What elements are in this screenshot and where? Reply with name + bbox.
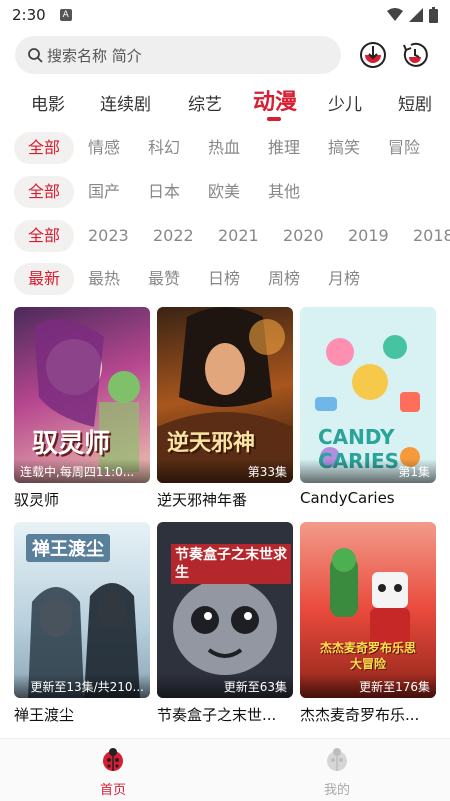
poster-image: 驭灵师 连载中,每周四11:0... (14, 307, 150, 483)
list-item[interactable]: 杰杰麦奇罗布乐思大冒险 更新至176集 杰杰麦奇罗布乐... (300, 522, 436, 725)
search-input[interactable]: 搜索名称 简介 (15, 36, 341, 74)
list-item[interactable]: 节奏盒子之末世求生 更新至63集 节奏盒子之末世... (157, 522, 293, 725)
nav-home-label: 首页 (99, 783, 126, 798)
nav-home[interactable]: 首页 (83, 747, 143, 798)
filter-type-adventure[interactable]: 冒险 (388, 132, 420, 164)
sort-daily[interactable]: 日榜 (208, 263, 240, 295)
item-title: 驭灵师 (14, 491, 60, 509)
filter-type-comedy[interactable]: 搞笑 (328, 132, 360, 164)
tab-short-drama[interactable]: 短剧 (398, 90, 432, 115)
filter-year-2019[interactable]: 2019 (348, 220, 389, 252)
poster-image: CANDY CARIES 第1集 (300, 307, 436, 483)
list-item[interactable]: 禅王渡尘 更新至13集/共210... 禅王渡尘 (14, 522, 150, 725)
episode-badge: 更新至13集/共210... (14, 674, 150, 698)
filter-region-japan[interactable]: 日本 (148, 176, 180, 208)
search-placeholder: 搜索名称 简介 (47, 46, 142, 65)
ladybug-profile-icon (327, 748, 347, 771)
episode-badge: 连载中,每周四11:0... (14, 459, 150, 483)
item-title: 禅王渡尘 (14, 706, 75, 724)
history-icon[interactable] (400, 40, 430, 70)
filter-year-all[interactable]: 全部 (14, 220, 75, 252)
tab-series[interactable]: 连续剧 (100, 90, 151, 115)
sort-most-liked[interactable]: 最赞 (148, 263, 180, 295)
poster-title-art: 逆天邪神 (167, 431, 256, 456)
item-title: 杰杰麦奇罗布乐... (300, 706, 420, 724)
poster-image: 杰杰麦奇罗布乐思大冒险 更新至176集 (300, 522, 436, 698)
tab-variety[interactable]: 综艺 (188, 90, 222, 115)
signal-icon (409, 8, 423, 22)
filter-year-2020[interactable]: 2020 (283, 220, 324, 252)
active-tab-indicator (267, 117, 281, 121)
filter-row-sort: 最新 最热 最赞 日榜 周榜 月榜 (0, 263, 450, 297)
filter-type-action[interactable]: 热血 (208, 132, 240, 164)
poster-title-art: 驭灵师 (32, 429, 111, 459)
filter-type-romance[interactable]: 情感 (88, 132, 120, 164)
category-tabs: 电影 连续剧 综艺 动漫 少儿 短剧 (0, 82, 450, 122)
nav-me[interactable]: 我的 (307, 747, 367, 798)
status-time: 2:30 (12, 6, 46, 24)
status-right (387, 7, 438, 23)
search-row: 搜索名称 简介 (0, 36, 450, 76)
filter-year-2018[interactable]: 2018 (413, 220, 450, 252)
item-title: 节奏盒子之末世... (157, 706, 277, 724)
sort-hottest[interactable]: 最热 (88, 263, 120, 295)
filter-row-region: 全部 国产 日本 欧美 其他 (0, 176, 450, 210)
list-item[interactable]: CANDY CARIES 第1集 CandyCaries (300, 307, 436, 507)
filter-region-domestic[interactable]: 国产 (88, 176, 120, 208)
filter-region-other[interactable]: 其他 (268, 176, 300, 208)
tab-anime[interactable]: 动漫 (253, 84, 297, 116)
poster-image: 禅王渡尘 更新至13集/共210... (14, 522, 150, 698)
poster-title-art: 杰杰麦奇罗布乐思大冒险 (319, 641, 416, 671)
bottom-nav: 首页 我的 (0, 738, 450, 801)
filter-region-western[interactable]: 欧美 (208, 176, 240, 208)
poster-image: 节奏盒子之末世求生 更新至63集 (157, 522, 293, 698)
wifi-icon (387, 8, 403, 21)
item-title: 逆天邪神年番 (157, 491, 248, 509)
filter-type-mystery[interactable]: 推理 (268, 132, 300, 164)
filter-region-all[interactable]: 全部 (14, 176, 75, 208)
filter-row-type: 全部 情感 科幻 热血 推理 搞笑 冒险 (0, 132, 450, 166)
sort-newest[interactable]: 最新 (14, 263, 75, 295)
notification-icon: A (59, 9, 72, 21)
poster-image: 逆天邪神 第33集 (157, 307, 293, 483)
status-left: 2:30 A (12, 6, 72, 24)
episode-badge: 第33集 (157, 459, 293, 483)
ladybug-home-icon (103, 748, 123, 771)
episode-badge: 更新至176集 (300, 674, 436, 698)
filter-type-all[interactable]: 全部 (14, 132, 75, 164)
poster-title-art: 节奏盒子之末世求生 (171, 544, 291, 584)
nav-me-label: 我的 (323, 783, 350, 798)
item-title: CandyCaries (300, 489, 395, 507)
list-item[interactable]: 驭灵师 连载中,每周四11:0... 驭灵师 (14, 307, 150, 510)
search-icon (27, 47, 43, 63)
filter-year-2023[interactable]: 2023 (88, 220, 129, 252)
episode-badge: 第1集 (300, 459, 436, 483)
battery-icon (429, 7, 438, 23)
filter-year-2021[interactable]: 2021 (218, 220, 259, 252)
filter-year-2022[interactable]: 2022 (153, 220, 194, 252)
sort-monthly[interactable]: 月榜 (328, 263, 360, 295)
filter-row-year: 全部 2023 2022 2021 2020 2019 2018 (0, 220, 450, 254)
sort-weekly[interactable]: 周榜 (268, 263, 300, 295)
list-item[interactable]: 逆天邪神 第33集 逆天邪神年番 (157, 307, 293, 510)
filter-type-scifi[interactable]: 科幻 (148, 132, 180, 164)
tab-kids[interactable]: 少儿 (328, 90, 362, 115)
status-bar: 2:30 A (0, 0, 450, 30)
ladybug-download-icon[interactable] (358, 40, 388, 70)
episode-badge: 更新至63集 (157, 674, 293, 698)
poster-title-art: 禅王渡尘 (26, 534, 110, 562)
tab-movie[interactable]: 电影 (31, 90, 65, 115)
